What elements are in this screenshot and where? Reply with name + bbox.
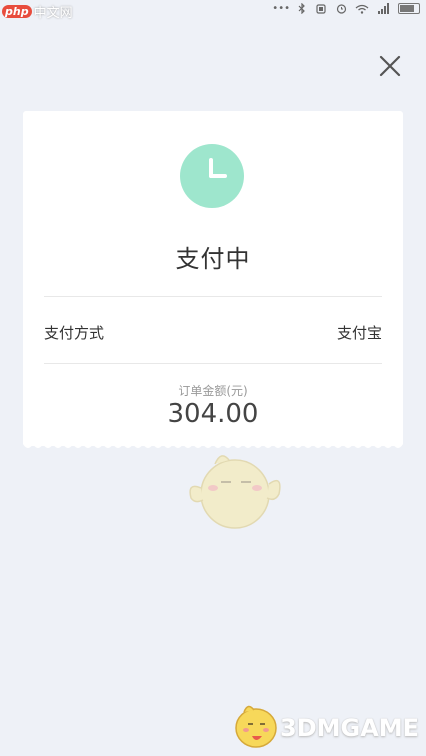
- mascot-logo: [235, 705, 277, 748]
- card-scalloped-edge: [23, 440, 403, 448]
- order-amount: 304.00: [167, 399, 259, 429]
- close-icon[interactable]: [374, 50, 406, 82]
- php-watermark-text: 中文网: [33, 6, 73, 21]
- mascot-watermark: [189, 455, 281, 529]
- bluetooth-icon: [298, 3, 305, 14]
- battery-icon: [398, 3, 420, 14]
- php-logo: php: [2, 5, 32, 18]
- divider: [44, 363, 382, 364]
- 3dmgame-watermark: 3DMGAME: [230, 700, 420, 752]
- php-watermark: php 中文网: [2, 2, 73, 21]
- divider: [44, 296, 382, 297]
- payment-method-value: 支付宝: [336, 324, 382, 342]
- alarm-icon: [336, 4, 347, 14]
- clock-icon: [180, 144, 244, 208]
- payment-status-title: 支付中: [175, 245, 251, 273]
- vibrate-icon: [316, 3, 326, 14]
- amount-label: 订单金额(元): [178, 384, 248, 398]
- more-dots: •••: [272, 3, 290, 14]
- payment-method-label: 支付方式: [44, 324, 105, 342]
- signal-icon: [378, 3, 389, 14]
- status-icons: •••: [272, 3, 420, 14]
- wifi-icon: [355, 4, 369, 14]
- status-bar: php 中文网 •••: [0, 0, 426, 22]
- watermark-text: 3DMGAME: [280, 714, 420, 742]
- payment-card: 支付中 支付方式 支付宝 订单金额(元) 304.00: [23, 111, 403, 529]
